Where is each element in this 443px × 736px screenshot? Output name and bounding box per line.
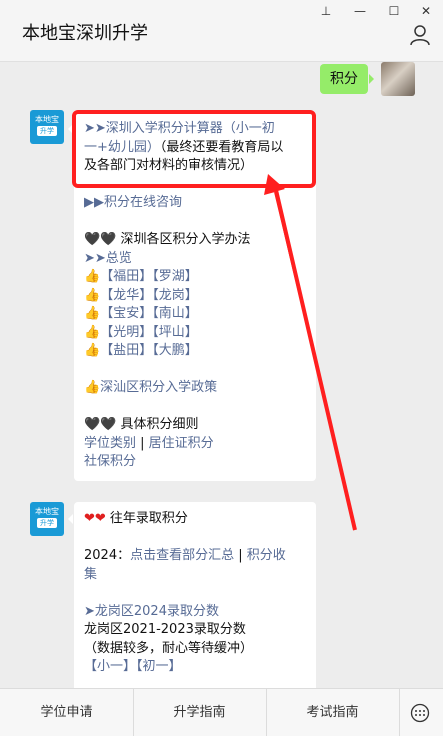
bottom-menu-bar: 学位申请 升学指南 考试指南 (0, 688, 443, 736)
pin-icon[interactable]: ⊥ (318, 4, 334, 18)
title-bar: 本地宝深圳升学 ⊥ — ☐ ✕ (0, 0, 443, 62)
tab-admission-guide[interactable]: 升学指南 (133, 689, 266, 736)
chat-area[interactable]: 积分 本地宝 升学 ➤➤深圳入学积分计算器（小一初 一+幼儿园）（最终还要看教育… (0, 62, 443, 688)
keyboard-icon[interactable] (410, 703, 430, 723)
annotation-arrow (264, 174, 357, 531)
maximize-icon[interactable]: ☐ (386, 4, 402, 18)
user-profile-icon[interactable] (409, 24, 431, 46)
close-icon[interactable]: ✕ (418, 4, 434, 18)
app-title: 本地宝深圳升学 (22, 23, 148, 44)
tab-exam-guide[interactable]: 考试指南 (266, 689, 399, 736)
minimize-icon[interactable]: — (352, 4, 368, 18)
tab-degree-application[interactable]: 学位申请 (0, 689, 133, 736)
